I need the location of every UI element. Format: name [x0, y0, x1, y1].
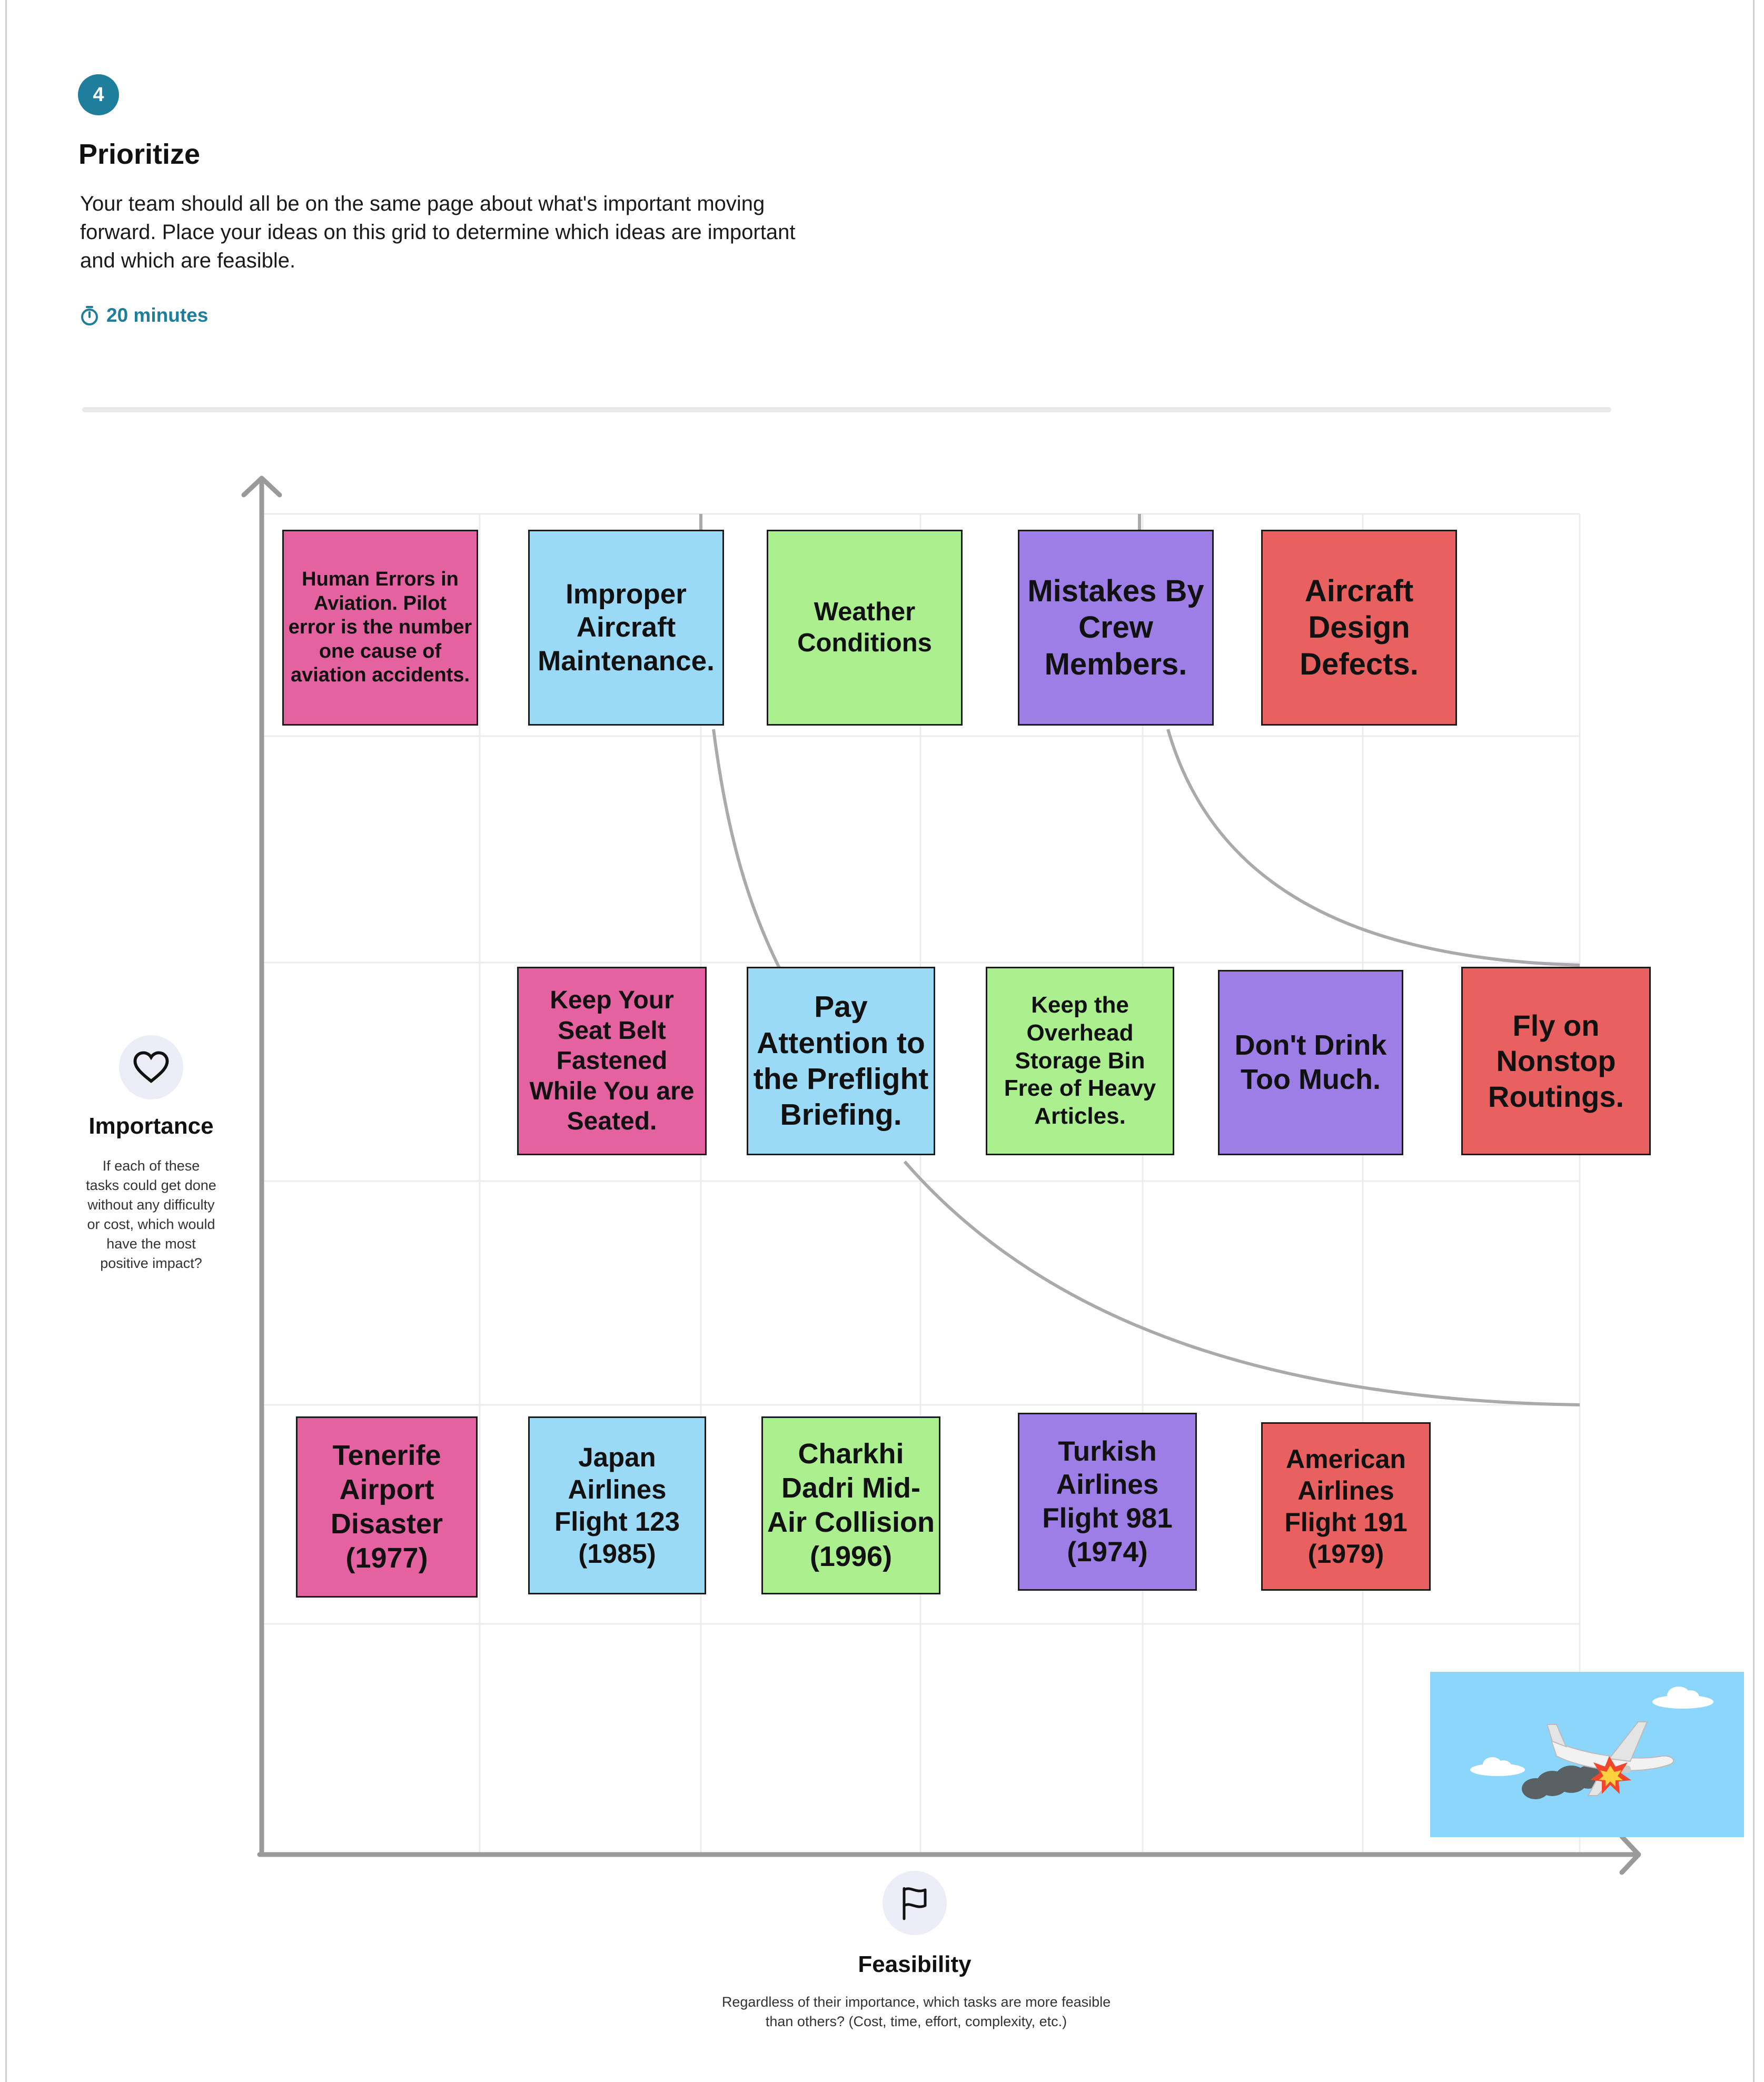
importance-description: If each of these tasks could get done wi…	[86, 1158, 216, 1271]
sticky-note[interactable]: Human Errors in Aviation. Pilot error is…	[282, 530, 478, 726]
sticky-note[interactable]: Tenerife Airport Disaster (1977)	[296, 1416, 478, 1598]
sticky-note[interactable]: Weather Conditions	[767, 530, 963, 726]
sticky-note[interactable]: Turkish Airlines Flight 981 (1974)	[1018, 1413, 1197, 1591]
sticky-note[interactable]: Don't Drink Too Much.	[1218, 970, 1403, 1155]
sticky-note[interactable]: Improper Aircraft Maintenance.	[528, 530, 724, 726]
flag-icon	[903, 1887, 927, 1920]
feasibility-icon-circle	[883, 1871, 947, 1935]
feasibility-title: Feasibility	[858, 1951, 972, 1977]
importance-icon-circle	[119, 1035, 183, 1099]
sticky-note[interactable]: Keep the Overhead Storage Bin Free of He…	[986, 967, 1174, 1155]
importance-title: Importance	[88, 1113, 214, 1139]
sticky-note[interactable]: Mistakes By Crew Members.	[1018, 530, 1214, 726]
sticky-note[interactable]: American Airlines Flight 191 (1979)	[1261, 1422, 1431, 1591]
sticky-note[interactable]: Japan Airlines Flight 123 (1985)	[528, 1416, 706, 1594]
cloud-icon	[1470, 1757, 1525, 1776]
crashing-airplane-illustration	[1430, 1672, 1744, 1837]
feasibility-description: Regardless of their importance, which ta…	[721, 1994, 1111, 2029]
sticky-note[interactable]: Pay Attention to the Preflight Briefing.	[747, 967, 935, 1155]
sticky-note[interactable]: Charkhi Dadri Mid-Air Collision (1996)	[761, 1416, 940, 1594]
heart-icon	[133, 1051, 169, 1083]
cloud-icon	[1652, 1687, 1713, 1709]
sticky-note[interactable]: Keep Your Seat Belt Fastened While You a…	[517, 967, 707, 1155]
sticky-note[interactable]: Fly on Nonstop Routings.	[1461, 967, 1651, 1155]
sticky-note[interactable]: Aircraft Design Defects.	[1261, 530, 1457, 726]
